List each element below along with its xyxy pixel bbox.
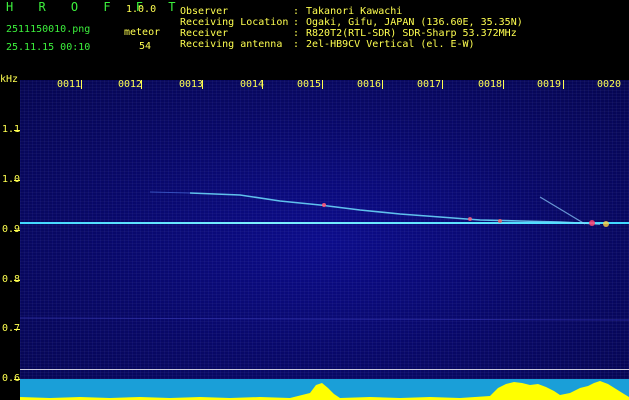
faint-band bbox=[19, 317, 629, 321]
meteor-streak bbox=[539, 196, 586, 225]
meteor-trail-faint bbox=[149, 191, 191, 194]
echo-hotspot bbox=[498, 219, 502, 223]
noise-floor-graph bbox=[20, 379, 629, 400]
echo-hotspot bbox=[603, 221, 609, 227]
echo-hotspot bbox=[589, 220, 595, 226]
meteor-echo-overlay bbox=[19, 191, 629, 321]
echo-hotspot bbox=[468, 217, 472, 221]
meteor-trail bbox=[189, 192, 601, 225]
echo-hotspot bbox=[322, 203, 326, 207]
